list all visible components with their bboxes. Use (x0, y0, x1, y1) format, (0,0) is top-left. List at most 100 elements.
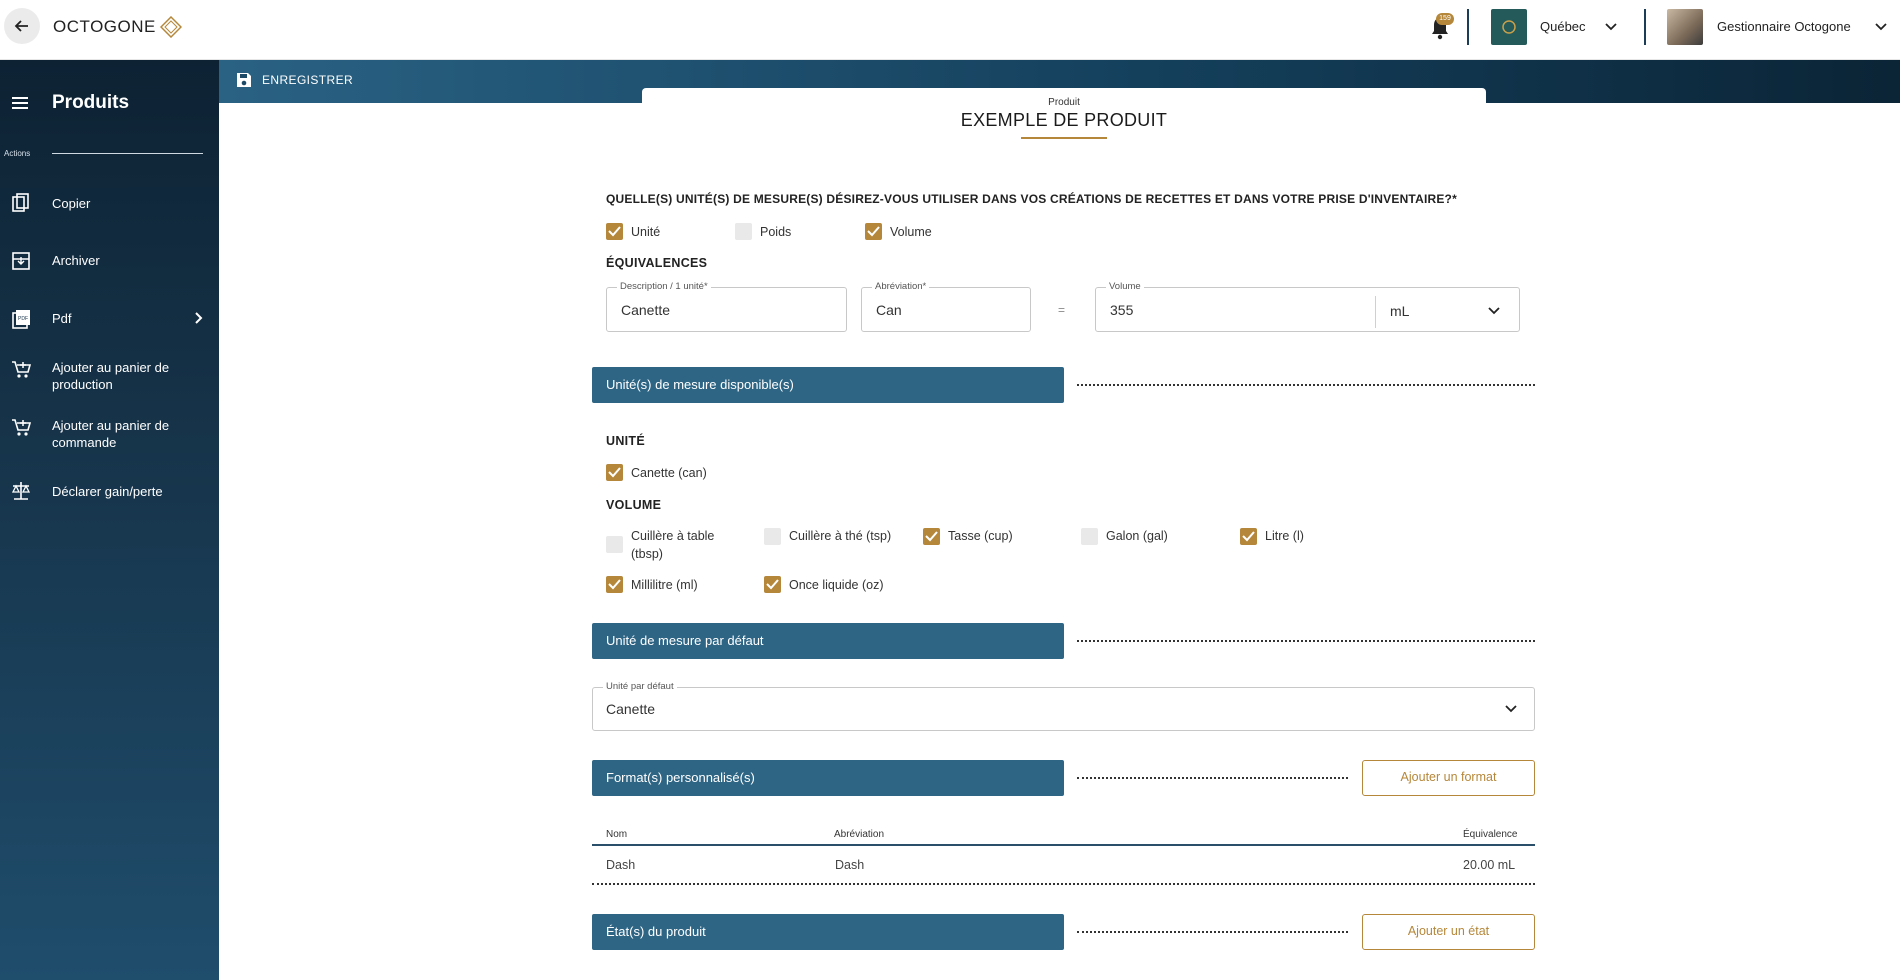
divider (52, 153, 203, 154)
sidebar-item-label: Copier (52, 196, 91, 211)
description-field[interactable]: Description / 1 unité* Canette (606, 281, 847, 332)
scale-icon (11, 482, 31, 500)
checkbox-label: Litre (l) (1265, 529, 1304, 543)
archive-icon (12, 252, 30, 270)
title-underline (1021, 137, 1107, 139)
checkbox-gal[interactable] (1081, 528, 1098, 545)
equals-sign: = (1058, 303, 1066, 317)
back-button[interactable] (4, 8, 40, 44)
sidebar-title: Produits (52, 92, 130, 113)
dotted-divider (1077, 384, 1535, 386)
column-header: Équivalence (1463, 829, 1518, 840)
checkmark-icon (608, 226, 621, 237)
checkbox-unite[interactable] (606, 223, 623, 240)
checkmark-icon (1242, 531, 1255, 542)
divider (1644, 9, 1646, 45)
checkbox-tsp[interactable] (764, 528, 781, 545)
add-cart-icon (12, 419, 32, 436)
notification-badge: 159 (1436, 13, 1454, 25)
sidebar-item-label: Ajouter au panier de commande (52, 418, 170, 450)
field-value: Can (876, 302, 902, 318)
dotted-divider (1077, 931, 1348, 933)
checkbox-label: Millilitre (ml) (631, 578, 698, 592)
checkbox-volume[interactable] (865, 223, 882, 240)
add-cart-icon (12, 361, 32, 378)
table-header-divider (592, 844, 1535, 846)
save-label: ENREGISTRER (262, 73, 354, 87)
octagon-logo-icon (159, 16, 182, 38)
pdf-icon: PDF (12, 310, 30, 329)
sidebar-item-label: Ajouter au panier de production (52, 360, 170, 392)
checkbox-poids[interactable] (735, 223, 752, 240)
sidebar-item-label: Déclarer gain/perte (52, 484, 163, 499)
checkbox-litre[interactable] (1240, 528, 1257, 545)
chevron-down-icon[interactable] (1873, 18, 1889, 34)
user-menu-label[interactable]: Gestionnaire Octogone (1717, 19, 1851, 34)
actions-label: Actions (4, 149, 31, 158)
checkmark-icon (925, 531, 938, 542)
unit-group-title: UNITÉ (606, 434, 645, 448)
add-state-button[interactable]: Ajouter un état (1362, 914, 1535, 950)
checkbox-label: Unité (631, 225, 661, 239)
checkbox-ml[interactable] (606, 576, 623, 593)
column-header: Abréviation (834, 829, 885, 840)
add-format-button[interactable]: Ajouter un format (1362, 760, 1535, 796)
dotted-divider (1077, 777, 1348, 779)
field-label: Description / 1 unité* (617, 281, 711, 292)
checkbox-oz[interactable] (764, 576, 781, 593)
chevron-down-icon (1505, 705, 1517, 713)
format-equivalence-cell: 20.00 mL (1463, 858, 1516, 872)
store-selector-label[interactable]: Québec (1540, 19, 1586, 34)
dotted-divider (1077, 640, 1535, 642)
divider (1467, 9, 1469, 45)
field-label: Unité par défaut (603, 681, 677, 692)
checkmark-icon (608, 579, 621, 590)
chevron-right-icon (195, 312, 203, 324)
default-unit-select[interactable]: Unité par défaut Canette (592, 681, 1535, 731)
checkbox-canette[interactable] (606, 464, 623, 481)
column-header: Nom (606, 829, 628, 840)
available-units-section-bar: Unité(s) de mesure disponible(s) (592, 367, 1064, 403)
page-title: EXEMPLE DE PRODUIT (960, 110, 1168, 130)
store-logo-icon (1502, 20, 1516, 34)
formats-section-bar: Format(s) personnalisé(s) (592, 760, 1064, 796)
field-value: Canette (606, 701, 656, 717)
volume-group-title: VOLUME (606, 498, 662, 512)
checkbox-tbsp[interactable] (606, 536, 623, 553)
chevron-down-icon[interactable] (1603, 18, 1619, 34)
measure-question: QUELLE(S) UNITÉ(S) DE MESURE(S) DÉSIREZ-… (606, 192, 1457, 206)
checkbox-label: Cuillère à table (tbsp) (631, 529, 715, 561)
checkbox-label: Cuillère à thé (tsp) (789, 529, 892, 543)
checkbox-label: Canette (can) (631, 466, 707, 480)
format-abbreviation-cell: Dash (835, 858, 865, 872)
checkmark-icon (867, 226, 880, 237)
checkmark-icon (608, 467, 621, 478)
abbreviation-field[interactable]: Abréviation* Can (861, 281, 1031, 332)
format-name-cell: Dash (606, 858, 636, 872)
checkmark-icon (766, 579, 779, 590)
checkbox-label: Galon (gal) (1106, 529, 1168, 543)
save-button[interactable]: ENREGISTRER (235, 71, 353, 89)
store-avatar[interactable] (1491, 9, 1527, 45)
logo-text: OCTOGONE (53, 17, 156, 36)
dotted-divider (592, 883, 1535, 885)
save-icon (237, 73, 251, 87)
product-kicker: Produit (1048, 97, 1080, 108)
default-unit-section-bar: Unité de mesure par défaut (592, 623, 1064, 659)
app-logo[interactable]: OCTOGONE (53, 16, 182, 38)
states-section-bar: État(s) du produit (592, 914, 1064, 950)
checkbox-label: Poids (760, 225, 792, 239)
chevron-down-icon[interactable] (1486, 302, 1502, 318)
arrow-left-icon (14, 20, 28, 32)
sidebar-item-label: Pdf (52, 311, 72, 326)
checkbox-label: Tasse (cup) (948, 529, 1013, 543)
checkbox-cup[interactable] (923, 528, 940, 545)
user-avatar[interactable] (1667, 9, 1703, 45)
volume-field[interactable]: Volume 355 (1095, 281, 1520, 332)
volume-unit-select[interactable]: mL (1390, 303, 1409, 319)
svg-text:PDF: PDF (18, 316, 28, 322)
hamburger-menu-icon[interactable] (10, 95, 30, 111)
divider (1375, 296, 1376, 328)
field-label: Abréviation* (872, 281, 930, 292)
field-value: Canette (621, 302, 671, 318)
